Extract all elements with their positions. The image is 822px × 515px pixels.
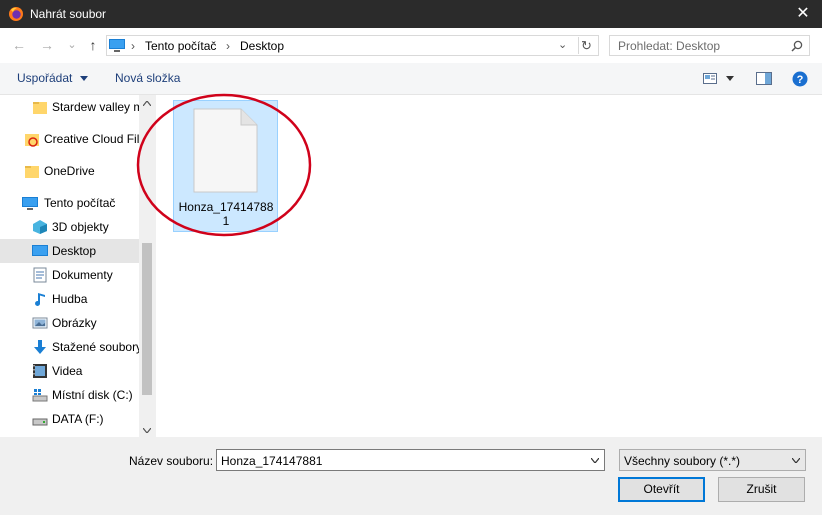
filename-value: Honza_174147881 [221, 454, 323, 468]
title-bar: Nahrát soubor ✕ [0, 0, 822, 28]
local-disk-icon [32, 389, 48, 402]
address-history-chevron-icon[interactable]: ⌄ [558, 38, 567, 51]
refresh-icon[interactable]: ↻ [581, 38, 592, 54]
scroll-up-icon[interactable] [143, 101, 151, 106]
sidebar-item-onedrive[interactable]: OneDrive [0, 159, 139, 183]
drive-icon [32, 418, 48, 426]
cancel-button[interactable]: Zrušit [718, 477, 805, 502]
sidebar-item-3d-objects[interactable]: 3D objekty [0, 215, 139, 239]
computer-icon [22, 197, 38, 210]
breadcrumb-desktop[interactable]: Desktop [240, 39, 284, 53]
breadcrumb-separator: › [131, 39, 135, 53]
creative-cloud-icon [25, 134, 39, 147]
scroll-down-icon[interactable] [143, 428, 151, 433]
svg-text:?: ? [797, 74, 804, 86]
view-options-chevron-icon[interactable] [726, 76, 734, 81]
desktop-icon [32, 245, 48, 256]
sidebar-scroll-thumb[interactable] [142, 243, 152, 395]
documents-icon [33, 267, 47, 283]
sidebar-item-desktop[interactable]: Desktop [0, 239, 139, 263]
sidebar-item-label: Videa [52, 364, 83, 378]
sidebar-item-label: Stardew valley m [52, 100, 139, 114]
sidebar-item-label: Místní disk (C:) [52, 388, 133, 402]
chevron-down-icon[interactable] [591, 458, 599, 463]
file-type-select[interactable]: Všechny soubory (*.*) [619, 449, 806, 471]
search-placeholder: Prohledat: Desktop [618, 39, 721, 53]
sidebar-item-data-f[interactable]: DATA (F:) [0, 407, 139, 431]
new-folder-button[interactable]: Nová složka [115, 71, 180, 85]
forward-arrow-icon[interactable]: → [39, 37, 55, 53]
close-icon[interactable]: ✕ [784, 0, 822, 28]
sidebar-item-label: Creative Cloud Fil [44, 132, 139, 146]
sidebar-item-label: Stažené soubory [52, 340, 139, 354]
downloads-icon [34, 340, 46, 354]
organize-label: Uspořádat [17, 71, 73, 85]
search-icon [791, 40, 803, 52]
navigation-pane: Stardew valley m Creative Cloud Fil OneD… [0, 95, 155, 437]
sidebar-item-label: 3D objekty [52, 220, 109, 234]
music-icon [35, 293, 45, 306]
chevron-down-icon [79, 76, 88, 82]
search-input[interactable]: Prohledat: Desktop [609, 35, 810, 56]
up-arrow-icon[interactable]: ↑ [85, 37, 101, 53]
firefox-icon [9, 7, 23, 21]
breadcrumb-this-pc[interactable]: Tento počítač [145, 39, 216, 53]
breadcrumb[interactable]: › Tento počítač › Desktop ⌄ ↻ [106, 35, 599, 56]
chevron-down-icon [792, 458, 800, 463]
sidebar-item-label: Dokumenty [52, 268, 113, 282]
file-type-value: Všechny soubory (*.*) [624, 454, 741, 468]
file-name-line: 1 [222, 214, 230, 228]
folder-icon [33, 102, 47, 114]
help-icon[interactable]: ? [792, 71, 808, 87]
3d-objects-icon [33, 220, 47, 234]
sidebar-item-label: Desktop [52, 244, 97, 258]
sidebar-item-label: DATA (F:) [52, 412, 104, 426]
sidebar-item-stardew-valley[interactable]: Stardew valley m [0, 95, 139, 119]
change-view-icon[interactable] [703, 73, 717, 84]
sidebar-item-local-disk-c[interactable]: Místní disk (C:) [0, 383, 139, 407]
organize-button[interactable]: Uspořádat [17, 71, 88, 85]
sidebar-item-videos[interactable]: Videa [0, 359, 139, 383]
file-name-line: Honza_17414788 [178, 200, 274, 214]
back-arrow-icon[interactable]: ← [11, 37, 27, 53]
computer-icon [109, 39, 125, 52]
filename-label: Název souboru: [129, 454, 214, 468]
sidebar-item-downloads[interactable]: Stažené soubory [0, 335, 139, 359]
pictures-icon [32, 317, 48, 329]
preview-pane-icon[interactable] [756, 72, 772, 85]
open-button[interactable]: Otevřít [618, 477, 705, 502]
sidebar-item-this-pc[interactable]: Tento počítač [0, 191, 139, 215]
window-title: Nahrát soubor [30, 7, 107, 21]
divider [578, 37, 579, 54]
breadcrumb-separator: › [226, 39, 230, 53]
filename-field[interactable]: Honza_174147881 [216, 449, 605, 471]
file-name: Honza_17414788 1 [176, 200, 276, 228]
blank-file-icon [193, 108, 258, 193]
folder-icon [25, 166, 39, 178]
recent-locations-chevron-icon[interactable]: ⌄ [64, 37, 80, 53]
videos-icon [33, 364, 47, 378]
sidebar-item-label: Obrázky [52, 316, 97, 330]
sidebar-item-pictures[interactable]: Obrázky [0, 311, 139, 335]
sidebar-item-label: Tento počítač [44, 196, 116, 210]
sidebar-item-label: OneDrive [44, 164, 95, 178]
command-bar: Uspořádat Nová složka ? [0, 63, 822, 95]
sidebar-item-label: Hudba [52, 292, 88, 306]
sidebar-item-creative-cloud[interactable]: Creative Cloud Fil [0, 127, 139, 151]
sidebar-item-music[interactable]: Hudba [0, 287, 139, 311]
sidebar-item-documents[interactable]: Dokumenty [0, 263, 139, 287]
